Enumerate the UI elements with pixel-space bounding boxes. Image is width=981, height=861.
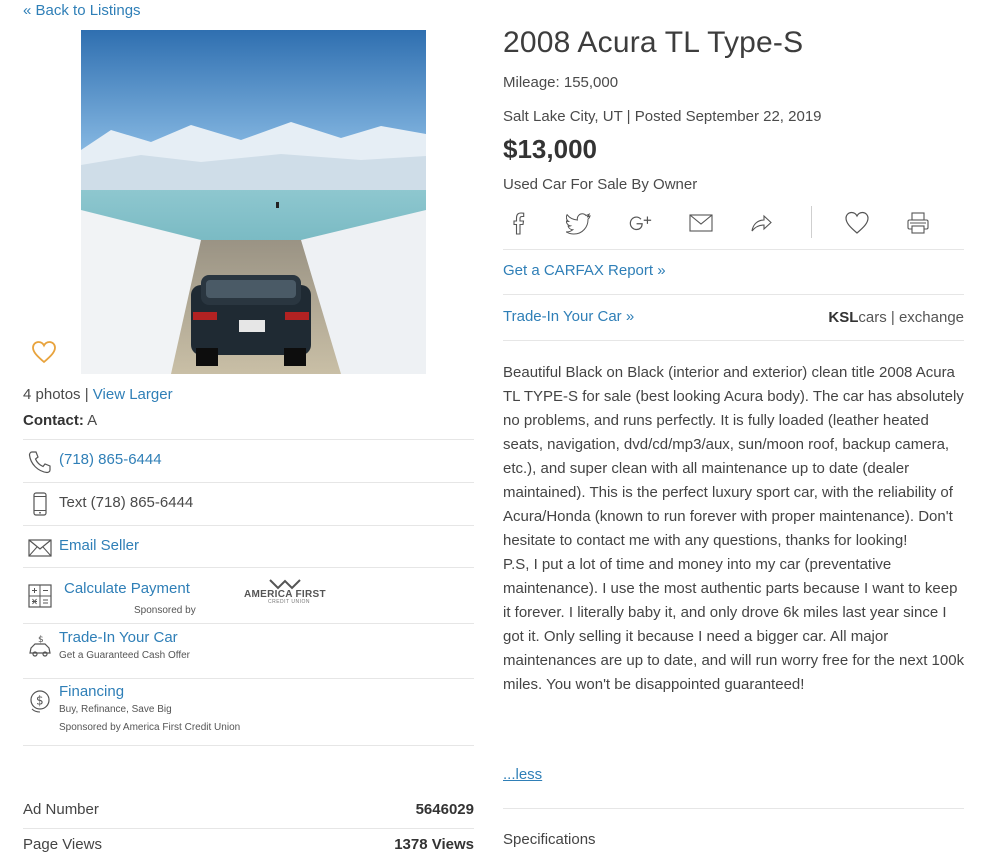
mobile-phone-icon bbox=[33, 492, 47, 516]
view-larger-link[interactable]: View Larger bbox=[93, 386, 173, 403]
financing-dollar-icon: $ bbox=[30, 690, 50, 713]
calculator-icon bbox=[28, 584, 52, 608]
listing-main-photo[interactable] bbox=[81, 30, 426, 374]
listing-title: 2008 Acura TL Type-S bbox=[503, 26, 804, 59]
ad-number-value: 5646029 bbox=[415, 801, 474, 818]
america-first-logo-subtext: CREDIT UNION bbox=[268, 599, 311, 605]
ksl-cars-exchange-logo[interactable]: KSLcars | exchange bbox=[828, 309, 964, 326]
show-less-link[interactable]: ...less bbox=[503, 766, 542, 783]
financing-sponsor: Sponsored by America First Credit Union bbox=[59, 722, 241, 733]
trade-in-row[interactable]: $ Trade-In Your Car Get a Guaranteed Cas… bbox=[23, 623, 474, 678]
calculate-payment-link[interactable]: Calculate Payment bbox=[64, 580, 190, 597]
ad-number-row: Ad Number 5646029 bbox=[23, 801, 474, 829]
financing-row[interactable]: $ Financing Buy, Refinance, Save Big Spo… bbox=[23, 678, 474, 746]
contact-line: Contact: A bbox=[23, 412, 97, 429]
toolbar-separator bbox=[811, 206, 812, 238]
contact-name: A bbox=[87, 412, 98, 429]
trade-in-link[interactable]: Trade-In Your Car bbox=[59, 629, 178, 646]
page-views-row: Page Views 1378 Views bbox=[23, 836, 474, 853]
financing-subtitle: Buy, Refinance, Save Big bbox=[59, 704, 172, 715]
back-to-listings-link[interactable]: « Back to Listings bbox=[23, 2, 141, 19]
email-seller-link[interactable]: Email Seller bbox=[59, 537, 139, 554]
sponsored-by-label: Sponsored by bbox=[134, 605, 196, 616]
car-photo-image bbox=[81, 30, 426, 374]
seller-type: Used Car For Sale By Owner bbox=[503, 176, 698, 193]
google-plus-icon[interactable] bbox=[627, 210, 653, 236]
phone-link[interactable]: (718) 865-6444 bbox=[59, 451, 162, 468]
calculate-payment-row[interactable]: Calculate Payment Sponsored by AMERICA F… bbox=[23, 567, 474, 623]
location-posted: Salt Lake City, UT | Posted September 22… bbox=[503, 108, 822, 125]
financing-link[interactable]: Financing bbox=[59, 683, 124, 700]
price: $13,000 bbox=[503, 134, 597, 164]
description-paragraph-1: Beautiful Black on Black (interior and e… bbox=[503, 364, 964, 549]
print-icon[interactable] bbox=[905, 210, 931, 236]
mail-share-icon[interactable] bbox=[688, 210, 714, 236]
page-views-value: 1378 Views bbox=[394, 836, 474, 853]
svg-text:$: $ bbox=[36, 694, 44, 708]
trade-in-banner: Trade-In Your Car » KSLcars | exchange bbox=[503, 294, 964, 341]
phone-icon bbox=[28, 451, 51, 474]
mileage: Mileage: 155,000 bbox=[503, 74, 619, 91]
america-first-logo[interactable]: AMERICA FIRST CREDIT UNION bbox=[242, 578, 328, 606]
listing-description: Beautiful Black on Black (interior and e… bbox=[503, 361, 965, 697]
specifications-divider bbox=[503, 808, 964, 809]
ad-number-label: Ad Number bbox=[23, 801, 99, 818]
facebook-icon[interactable] bbox=[506, 210, 532, 236]
trade-in-your-car-link[interactable]: Trade-In Your Car » bbox=[503, 308, 634, 325]
car-money-icon: $ bbox=[29, 635, 51, 657]
twitter-icon[interactable] bbox=[566, 210, 592, 236]
phone-row[interactable]: (718) 865-6444 bbox=[23, 439, 474, 482]
heart-icon[interactable] bbox=[844, 210, 870, 236]
photo-count-line: 4 photos | View Larger bbox=[23, 386, 173, 403]
page-views-label: Page Views bbox=[23, 836, 102, 853]
envelope-icon bbox=[28, 539, 52, 557]
carfax-report-link[interactable]: Get a CARFAX Report » bbox=[503, 262, 666, 279]
contact-label: Contact: bbox=[23, 412, 84, 429]
trade-in-subtitle: Get a Guaranteed Cash Offer bbox=[59, 650, 191, 661]
share-icon[interactable] bbox=[748, 210, 774, 236]
email-row[interactable]: Email Seller bbox=[23, 525, 474, 567]
ksl-logo-rest: cars | exchange bbox=[858, 309, 964, 326]
favorite-heart-icon[interactable] bbox=[31, 340, 57, 364]
ksl-logo-bold: KSL bbox=[828, 309, 859, 326]
photo-count: 4 photos | bbox=[23, 386, 89, 403]
specifications-heading[interactable]: Specifications bbox=[503, 831, 596, 848]
text-seller-link[interactable]: Text (718) 865-6444 bbox=[59, 494, 193, 511]
description-paragraph-2: P.S, I put a lot of time and money into … bbox=[503, 556, 965, 693]
text-row[interactable]: Text (718) 865-6444 bbox=[23, 482, 474, 525]
share-toolbar bbox=[503, 204, 964, 250]
